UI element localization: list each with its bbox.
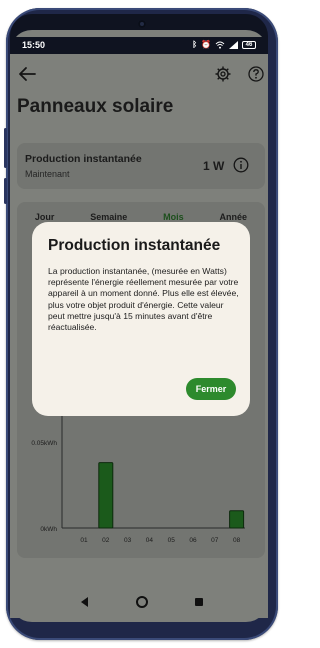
production-card-title: Production instantanée xyxy=(25,153,142,165)
nav-back-icon[interactable] xyxy=(80,597,90,607)
nav-home-icon[interactable] xyxy=(136,596,148,608)
dialog-body: La production instantanée, (mesurée en W… xyxy=(48,266,239,333)
status-time: 15:50 xyxy=(22,40,46,50)
bluetooth-icon: ᛒ xyxy=(192,40,198,49)
alarm-icon: ⏰ xyxy=(201,40,211,49)
front-camera xyxy=(138,20,146,28)
info-dialog: Production instantanée La production ins… xyxy=(32,222,250,416)
status-bar: 15:50 ᛒ ⏰ 46 xyxy=(10,37,268,54)
wifi-icon xyxy=(215,41,225,49)
x-tick-label: 08 xyxy=(233,537,241,544)
x-tick-label: 01 xyxy=(80,537,88,544)
back-arrow-icon[interactable] xyxy=(18,66,36,82)
nav-recent-icon[interactable] xyxy=(195,598,203,606)
power-button xyxy=(4,178,7,204)
status-icons: ᛒ ⏰ 46 xyxy=(192,40,256,49)
y-tick-label: 0.05kWh xyxy=(31,440,57,447)
dialog-title: Production instantanée xyxy=(48,237,221,254)
system-nav-bar xyxy=(10,588,268,618)
production-value: 1 W xyxy=(203,159,225,173)
x-tick-label: 04 xyxy=(146,537,154,544)
volume-button xyxy=(4,128,7,168)
chart-bar xyxy=(229,510,245,529)
x-tick-label: 02 xyxy=(102,537,110,544)
x-tick-label: 06 xyxy=(189,537,197,544)
page-title: Panneaux solaire xyxy=(17,96,174,117)
info-icon[interactable] xyxy=(233,157,249,173)
close-button[interactable]: Fermer xyxy=(186,378,236,400)
y-tick-label: 0kWh xyxy=(40,526,57,533)
production-card-subtitle: Maintenant xyxy=(25,169,70,179)
x-tick-label: 07 xyxy=(211,537,219,544)
app-bar xyxy=(10,54,268,94)
chart-bar xyxy=(98,462,114,529)
production-card: Production instantanée Maintenant 1 W xyxy=(17,143,265,189)
x-tick-label: 05 xyxy=(168,537,176,544)
gear-icon[interactable] xyxy=(215,66,231,82)
signal-icon xyxy=(229,40,238,49)
battery-icon: 46 xyxy=(242,40,256,49)
x-tick-label: 03 xyxy=(124,537,132,544)
help-icon[interactable] xyxy=(248,66,264,82)
